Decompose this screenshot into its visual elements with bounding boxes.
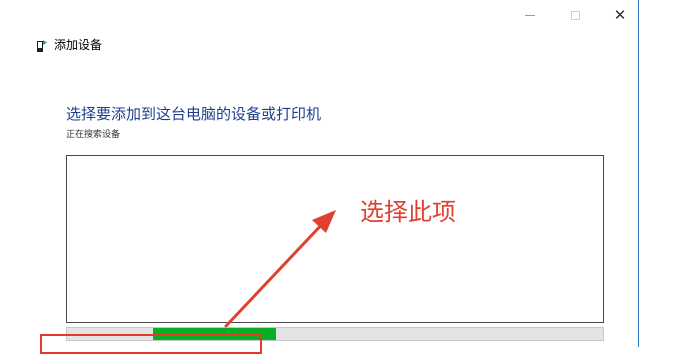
dialog-title-text: 添加设备: [54, 38, 103, 52]
device-list[interactable]: [66, 155, 604, 323]
add-device-window: ✕ 添加设备 选择要添加到这台电脑的设备或打印机 正在搜索设备: [0, 0, 639, 347]
dialog-title: 添加设备: [36, 37, 102, 53]
add-device-icon: [36, 38, 48, 52]
page-heading: 选择要添加到这台电脑的设备或打印机: [66, 105, 322, 123]
desktop-background: [639, 0, 682, 347]
close-button[interactable]: ✕: [605, 4, 635, 26]
annotation-text: 选择此项: [360, 198, 456, 226]
maximize-icon: [570, 10, 580, 20]
maximize-button[interactable]: [560, 4, 590, 26]
search-status: 正在搜索设备: [66, 130, 121, 140]
annotation-highlight-box: [40, 334, 262, 354]
minimize-icon: [525, 14, 535, 16]
close-icon: ✕: [613, 5, 627, 24]
minimize-button[interactable]: [515, 4, 545, 26]
